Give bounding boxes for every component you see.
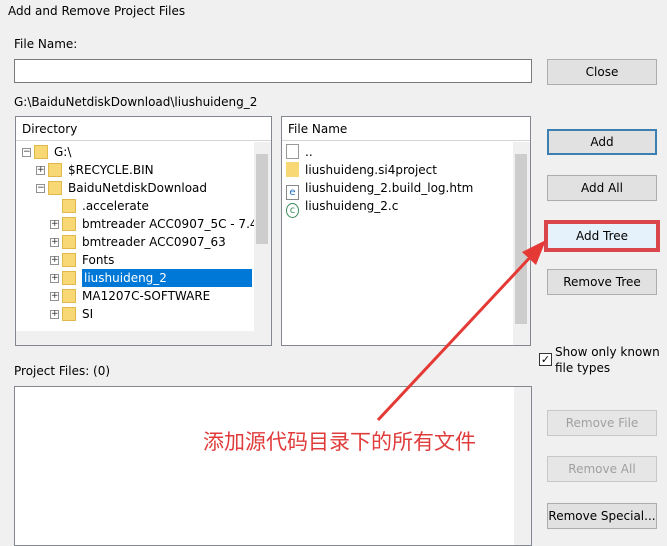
annotation-arrow xyxy=(376,240,546,422)
annotation-text: 添加源代码目录下的所有文件 xyxy=(203,430,476,454)
